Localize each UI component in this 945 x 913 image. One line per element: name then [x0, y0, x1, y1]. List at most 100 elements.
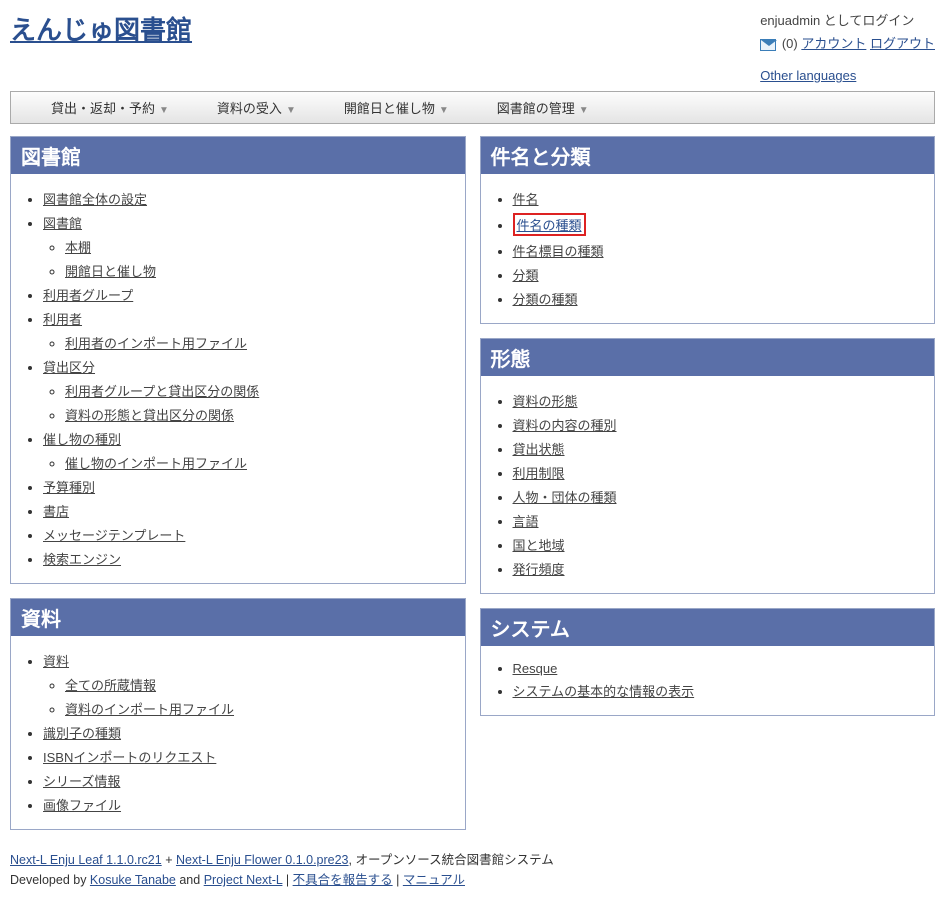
menu-acquisition[interactable]: 資料の受入▼	[217, 98, 296, 117]
config-link[interactable]: 開館日と催し物	[65, 264, 156, 279]
login-status: enjuadmin としてログイン	[760, 10, 935, 29]
main-menubar: 貸出・返却・予約▼ 資料の受入▼ 開館日と催し物▼ 図書館の管理▼	[10, 91, 935, 124]
list-item: 資料の形態と貸出区分の関係	[65, 405, 455, 424]
panel-heading: 図書館	[11, 137, 465, 174]
config-link[interactable]: 資料の内容の種別	[513, 418, 617, 433]
config-link[interactable]: 利用者グループ	[43, 288, 133, 303]
list-item: 国と地域	[513, 535, 925, 554]
chevron-down-icon: ▼	[579, 105, 589, 116]
site-title[interactable]: えんじゅ図書館	[10, 15, 192, 45]
panel-heading: 資料	[11, 599, 465, 636]
footer: Next-L Enju Leaf 1.1.0.rc21 + Next-L Enj…	[10, 850, 935, 890]
config-link[interactable]: 利用者	[43, 312, 82, 327]
list-item: システムの基本的な情報の表示	[513, 681, 925, 700]
list-item: 件名	[513, 189, 925, 208]
config-link[interactable]: 予算種別	[43, 480, 95, 495]
list-item: 画像ファイル	[43, 795, 455, 814]
list-item: 分類の種類	[513, 289, 925, 308]
list-item: 人物・団体の種類	[513, 487, 925, 506]
config-link[interactable]: 件名	[513, 192, 539, 207]
config-link[interactable]: 検索エンジン	[43, 552, 121, 567]
footer-report-link[interactable]: 不具合を報告する	[293, 873, 393, 887]
highlighted-link: 件名の種類	[513, 213, 586, 236]
footer-project-link[interactable]: Project Next-L	[204, 873, 283, 887]
config-link[interactable]: 件名標目の種類	[513, 244, 604, 259]
panel: 件名と分類件名件名の種類件名標目の種類分類分類の種類	[480, 136, 936, 324]
list-item: 催し物のインポート用ファイル	[65, 453, 455, 472]
config-link[interactable]: 貸出状態	[513, 442, 565, 457]
config-link[interactable]: Resque	[513, 661, 558, 676]
config-link[interactable]: 貸出区分	[43, 360, 95, 375]
footer-flower-link[interactable]: Next-L Enju Flower 0.1.0.pre23	[176, 853, 349, 867]
panel: 資料資料全ての所蔵情報資料のインポート用ファイル識別子の種類ISBNインポートの…	[10, 598, 466, 830]
config-link[interactable]: 利用者グループと貸出区分の関係	[65, 384, 259, 399]
message-count: (0)	[782, 36, 798, 51]
chevron-down-icon: ▼	[286, 105, 296, 116]
config-link[interactable]: シリーズ情報	[43, 774, 120, 789]
list-item: 利用者のインポート用ファイル	[65, 333, 455, 352]
list-item: 予算種別	[43, 477, 455, 496]
panel: システム Resque システムの基本的な情報の表示	[480, 608, 936, 716]
list-item: 利用者グループ	[43, 285, 455, 304]
footer-manual-link[interactable]: マニュアル	[403, 873, 465, 887]
footer-developer-link[interactable]: Kosuke Tanabe	[90, 873, 176, 887]
logout-link[interactable]: ログアウト	[870, 36, 935, 51]
list-item: 資料の形態	[513, 391, 925, 410]
config-link[interactable]: 本棚	[65, 240, 91, 255]
list-item: 利用制限	[513, 463, 925, 482]
config-link[interactable]: 図書館全体の設定	[43, 192, 147, 207]
config-link[interactable]: 全ての所蔵情報	[65, 678, 156, 693]
config-link[interactable]: ISBNインポートのリクエスト	[43, 750, 216, 765]
list-item: 言語	[513, 511, 925, 530]
footer-leaf-link[interactable]: Next-L Enju Leaf 1.1.0.rc21	[10, 853, 162, 867]
mail-icon[interactable]	[760, 39, 776, 51]
config-link[interactable]: 利用者のインポート用ファイル	[65, 336, 247, 351]
panel-heading: 件名と分類	[481, 137, 935, 174]
list-item: 資料全ての所蔵情報資料のインポート用ファイル	[43, 651, 455, 718]
config-link[interactable]: 図書館	[43, 216, 82, 231]
config-link[interactable]: 件名の種類	[517, 218, 582, 233]
config-link[interactable]: 資料の形態と貸出区分の関係	[65, 408, 234, 423]
config-link[interactable]: 画像ファイル	[43, 798, 121, 813]
config-link[interactable]: 分類の種類	[513, 292, 578, 307]
config-link[interactable]: 人物・団体の種類	[513, 490, 617, 505]
config-link[interactable]: 資料の形態	[513, 394, 578, 409]
list-item: 件名の種類	[513, 213, 925, 236]
chevron-down-icon: ▼	[159, 105, 169, 116]
config-link[interactable]: 資料	[43, 654, 69, 669]
list-item: 書店	[43, 501, 455, 520]
panel-heading: システム	[481, 609, 935, 646]
list-item: 貸出区分利用者グループと貸出区分の関係資料の形態と貸出区分の関係	[43, 357, 455, 424]
config-link[interactable]: 書店	[43, 504, 69, 519]
list-item: 分類	[513, 265, 925, 284]
config-link[interactable]: 言語	[513, 514, 539, 529]
other-languages-link[interactable]: Other languages	[760, 68, 856, 83]
config-link[interactable]: 発行頻度	[513, 562, 565, 577]
config-link[interactable]: 識別子の種類	[43, 726, 121, 741]
list-item: 発行頻度	[513, 559, 925, 578]
menu-admin[interactable]: 図書館の管理▼	[497, 98, 589, 117]
list-item: 図書館本棚開館日と催し物	[43, 213, 455, 280]
config-link[interactable]: 利用制限	[513, 466, 565, 481]
list-item: 件名標目の種類	[513, 241, 925, 260]
account-link[interactable]: アカウント	[801, 36, 866, 51]
list-item: 資料の内容の種別	[513, 415, 925, 434]
list-item: 利用者グループと貸出区分の関係	[65, 381, 455, 400]
user-info-box: enjuadmin としてログイン (0) アカウント ログアウト Other …	[760, 10, 935, 83]
panel: 図書館図書館全体の設定図書館本棚開館日と催し物利用者グループ利用者利用者のインポ…	[10, 136, 466, 584]
panel: 形態資料の形態資料の内容の種別貸出状態利用制限人物・団体の種類言語国と地域発行頻…	[480, 338, 936, 594]
config-link[interactable]: メッセージテンプレート	[43, 528, 185, 543]
config-link[interactable]: 催し物の種別	[43, 432, 121, 447]
list-item: シリーズ情報	[43, 771, 455, 790]
list-item: 利用者利用者のインポート用ファイル	[43, 309, 455, 352]
menu-events[interactable]: 開館日と催し物▼	[344, 98, 449, 117]
list-item: 本棚	[65, 237, 455, 256]
config-link[interactable]: 資料のインポート用ファイル	[65, 702, 234, 717]
menu-checkout[interactable]: 貸出・返却・予約▼	[51, 98, 169, 117]
config-link[interactable]: 分類	[513, 268, 539, 283]
list-item: 検索エンジン	[43, 549, 455, 568]
config-link[interactable]: 催し物のインポート用ファイル	[65, 456, 247, 471]
config-link[interactable]: システムの基本的な情報の表示	[513, 684, 695, 699]
config-link[interactable]: 国と地域	[513, 538, 565, 553]
list-item: メッセージテンプレート	[43, 525, 455, 544]
